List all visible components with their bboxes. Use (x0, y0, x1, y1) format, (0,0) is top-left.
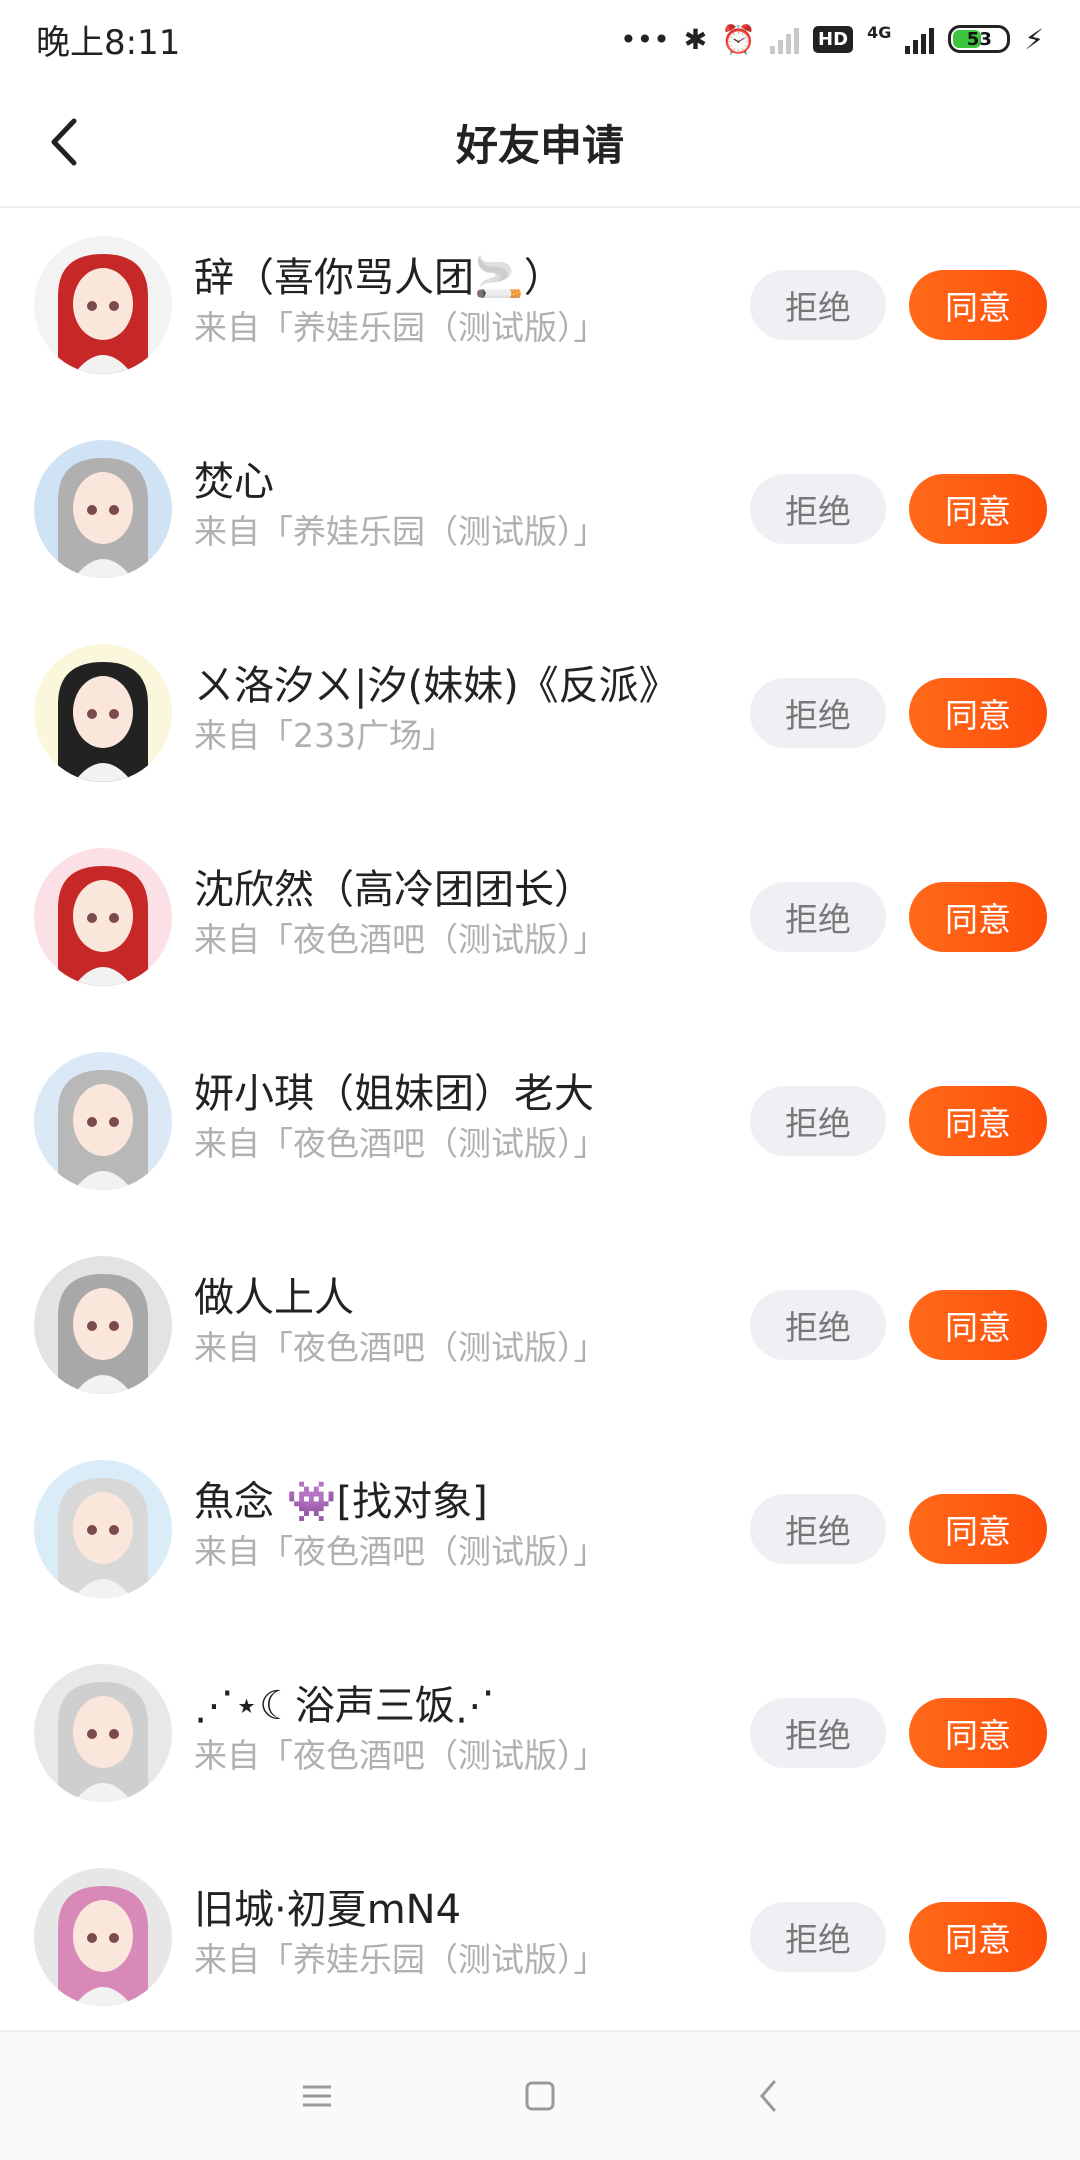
avatar-image (34, 848, 172, 986)
request-source: 来自「夜色酒吧（测试版）」 (194, 1532, 607, 1571)
avatar-image (34, 440, 172, 578)
avatar-image (34, 1868, 172, 2006)
request-source: 来自「夜色酒吧（测试版）」 (194, 1736, 607, 1775)
header: 好友申请 (0, 78, 1080, 208)
request-info: 焚心 来自「养娃乐园（测试版）」 (194, 456, 734, 554)
request-source: 来自「养娃乐园（测试版）」 (194, 512, 607, 551)
friend-name: 焚心 (194, 459, 274, 505)
signal-strong-icon (905, 24, 935, 54)
status-icons: ••• ✱ ⏰ HD 4G 53 ⚡ (620, 23, 1044, 56)
avatar[interactable] (34, 1664, 172, 1802)
friend-request-row: 魚念 👾[找对象] 来自「夜色酒吧（测试版）」 拒绝 同意 (0, 1432, 1080, 1636)
avatar-image (34, 644, 172, 782)
home-button[interactable] (510, 2066, 570, 2126)
alarm-icon: ⏰ (721, 22, 757, 56)
avatar[interactable] (34, 1868, 172, 2006)
friend-request-list: 辞（喜你骂人团🚬） 来自「养娃乐园（测试版）」 拒绝 同意 焚心 来自「养娃乐园… (0, 208, 1080, 2044)
request-source: 来自「养娃乐园（测试版）」 (194, 1940, 607, 1979)
request-source: 来自「夜色酒吧（测试版）」 (194, 920, 607, 959)
request-info: ⋰⋆☾浴声三饭⋰ 来自「夜色酒吧（测试版）」 (194, 1680, 734, 1778)
accept-button[interactable]: 同意 (909, 270, 1047, 340)
page-title: 好友申请 (455, 121, 624, 170)
friend-name: 沈欣然（高冷团团长） (194, 867, 594, 913)
avatar-image (34, 1460, 172, 1598)
friend-request-row: 辞（喜你骂人团🚬） 来自「养娃乐园（测试版）」 拒绝 同意 (0, 208, 1080, 412)
request-info: 辞（喜你骂人团🚬） 来自「养娃乐园（测试版）」 (194, 252, 734, 350)
request-info: 做人上人 来自「夜色酒吧（测试版）」 (194, 1272, 734, 1370)
avatar[interactable] (34, 848, 172, 986)
reject-button[interactable]: 拒绝 (750, 678, 886, 748)
reject-button[interactable]: 拒绝 (750, 1698, 886, 1768)
reject-button[interactable]: 拒绝 (750, 474, 886, 544)
battery-icon: 53 (948, 25, 1011, 53)
avatar-image (34, 1256, 172, 1394)
system-nav-bar (0, 2030, 1080, 2160)
avatar[interactable] (34, 1460, 172, 1598)
reject-button[interactable]: 拒绝 (750, 882, 886, 952)
avatar-image (34, 1052, 172, 1190)
avatar[interactable] (34, 644, 172, 782)
friend-name: ⋰⋆☾浴声三饭⋰ (194, 1683, 495, 1729)
accept-button[interactable]: 同意 (909, 882, 1047, 952)
charging-icon: ⚡ (1024, 22, 1044, 56)
request-info: 旧城·初夏mN4 来自「养娃乐园（测试版）」 (194, 1884, 734, 1982)
reject-button[interactable]: 拒绝 (750, 1290, 886, 1360)
avatar[interactable] (34, 1052, 172, 1190)
request-source: 来自「养娃乐园（测试版）」 (194, 308, 607, 347)
friend-name: ㄨ洛汐ㄨ|汐(妹妹)《反派》 (194, 663, 679, 709)
request-info: 魚念 👾[找对象] 来自「夜色酒吧（测试版）」 (194, 1476, 734, 1574)
square-icon (525, 2081, 555, 2111)
avatar-image (34, 236, 172, 374)
reject-button[interactable]: 拒绝 (750, 1494, 886, 1564)
accept-button[interactable]: 同意 (909, 678, 1047, 748)
menu-icon (303, 2085, 331, 2107)
chevron-left-icon (760, 2080, 776, 2112)
friend-name: 妍小琪（姐妹团）老大 (194, 1071, 594, 1117)
friend-request-row: 旧城·初夏mN4 来自「养娃乐园（测试版）」 拒绝 同意 (0, 1840, 1080, 2044)
reject-button[interactable]: 拒绝 (750, 1902, 886, 1972)
friend-request-row: ㄨ洛汐ㄨ|汐(妹妹)《反派》 来自「233广场」 拒绝 同意 (0, 616, 1080, 820)
more-dots-icon: ••• (620, 22, 670, 56)
hd-badge: HD (813, 25, 854, 53)
accept-button[interactable]: 同意 (909, 1494, 1047, 1564)
network-type: 4G (867, 22, 892, 42)
accept-button[interactable]: 同意 (909, 1698, 1047, 1768)
friend-request-row: ⋰⋆☾浴声三饭⋰ 来自「夜色酒吧（测试版）」 拒绝 同意 (0, 1636, 1080, 1840)
reject-button[interactable]: 拒绝 (750, 270, 886, 340)
request-info: 妍小琪（姐妹团）老大 来自「夜色酒吧（测试版）」 (194, 1068, 734, 1166)
accept-button[interactable]: 同意 (909, 474, 1047, 544)
friend-name: 做人上人 (194, 1275, 354, 1321)
status-bar: 晚上8:11 ••• ✱ ⏰ HD 4G 53 ⚡ (0, 0, 1080, 78)
request-source: 来自「233广场」 (194, 716, 455, 755)
accept-button[interactable]: 同意 (909, 1290, 1047, 1360)
friend-request-row: 沈欣然（高冷团团长） 来自「夜色酒吧（测试版）」 拒绝 同意 (0, 820, 1080, 1024)
menu-button[interactable] (287, 2066, 347, 2126)
request-source: 来自「夜色酒吧（测试版）」 (194, 1328, 607, 1367)
reject-button[interactable]: 拒绝 (750, 1086, 886, 1156)
request-source: 来自「夜色酒吧（测试版）」 (194, 1124, 607, 1163)
battery-level: 53 (966, 28, 992, 50)
avatar-image (34, 1664, 172, 1802)
request-info: ㄨ洛汐ㄨ|汐(妹妹)《反派》 来自「233广场」 (194, 660, 734, 758)
friend-request-row: 焚心 来自「养娃乐园（测试版）」 拒绝 同意 (0, 412, 1080, 616)
friend-name: 辞（喜你骂人团🚬） (194, 255, 564, 301)
accept-button[interactable]: 同意 (909, 1902, 1047, 1972)
status-time: 晚上8:11 (36, 22, 181, 63)
bluetooth-icon: ✱ (683, 22, 708, 56)
avatar[interactable] (34, 236, 172, 374)
friend-name: 旧城·初夏mN4 (194, 1887, 462, 1933)
signal-weak-icon (770, 24, 800, 54)
nav-back-button[interactable] (738, 2066, 798, 2126)
request-info: 沈欣然（高冷团团长） 来自「夜色酒吧（测试版）」 (194, 864, 734, 962)
friend-request-row: 做人上人 来自「夜色酒吧（测试版）」 拒绝 同意 (0, 1228, 1080, 1432)
friend-name: 魚念 👾[找对象] (194, 1479, 488, 1525)
accept-button[interactable]: 同意 (909, 1086, 1047, 1156)
avatar[interactable] (34, 1256, 172, 1394)
avatar[interactable] (34, 440, 172, 578)
friend-request-row: 妍小琪（姐妹团）老大 来自「夜色酒吧（测试版）」 拒绝 同意 (0, 1024, 1080, 1228)
